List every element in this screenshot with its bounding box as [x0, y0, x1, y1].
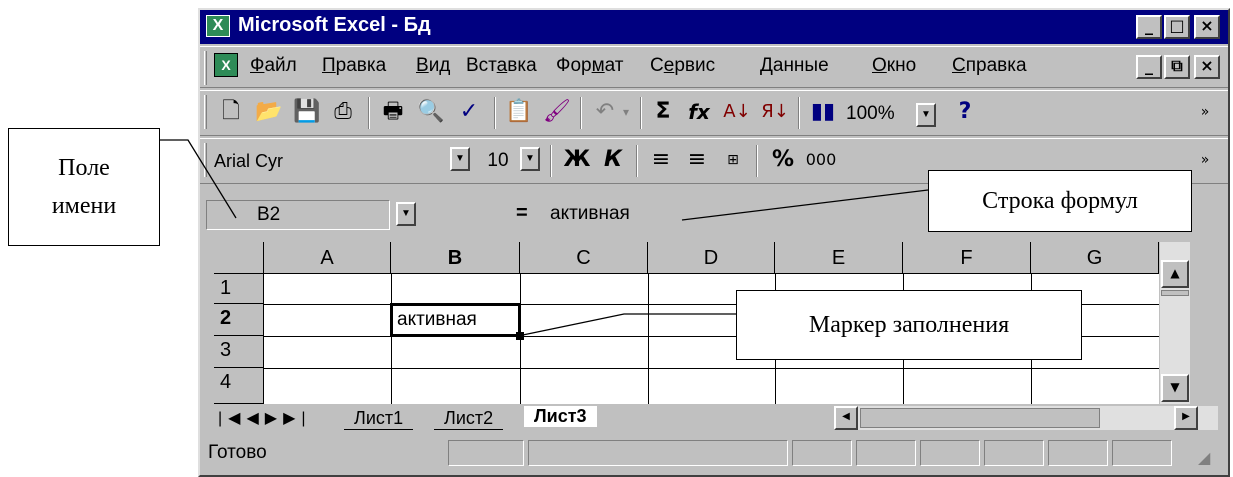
- name-box-leader-line: [160, 139, 237, 219]
- formula-bar-leader-line: [681, 189, 929, 221]
- callout-leader-lines: [160, 139, 929, 337]
- fill-handle-leader-line: [517, 313, 736, 337]
